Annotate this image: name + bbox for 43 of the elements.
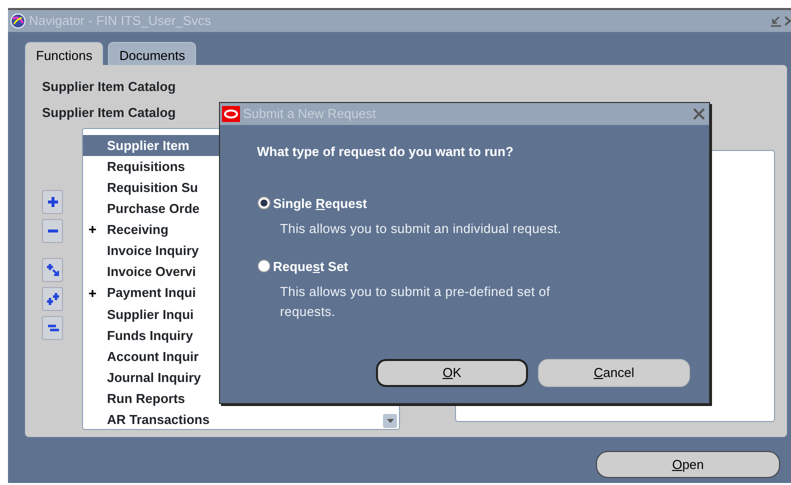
heading: Supplier Item Catalog	[42, 104, 176, 122]
dialog-button[interactable]: Cancel	[538, 359, 690, 387]
heading: Supplier Item Catalog	[42, 78, 176, 96]
expand-icon	[89, 226, 96, 234]
tree-item[interactable]: Account Inquir	[107, 346, 199, 366]
caret-icon	[386, 419, 394, 423]
close-icon	[693, 108, 705, 120]
close-icon	[785, 15, 791, 27]
tree-item[interactable]: Payment Inqui	[107, 283, 196, 303]
option-description: This allows you to submit an individual request.	[280, 220, 562, 238]
tree-item[interactable]: Invoice Overvi	[107, 262, 196, 282]
tree-item[interactable]: Invoice Inquiry	[107, 241, 199, 261]
scroll-down-button[interactable]	[383, 414, 397, 428]
tree-tool-button[interactable]	[42, 190, 63, 214]
tree-item[interactable]: Purchase Orde	[107, 199, 200, 219]
tree-item[interactable]: AR Transactions	[107, 410, 210, 429]
expand-branch-icon	[46, 263, 60, 277]
tree-item[interactable]: Run Reports	[107, 388, 185, 408]
dialog-button[interactable]: OK	[376, 359, 528, 387]
tree-item[interactable]: Supplier Item	[107, 136, 190, 156]
tree-item[interactable]: Receiving	[107, 220, 168, 240]
open-button[interactable]: Open	[596, 451, 780, 478]
option-description: This allows you to submit a pre-defined set of requests.	[280, 283, 552, 321]
tree-tool-button[interactable]	[42, 287, 63, 311]
radio-option[interactable]: Single Request	[257, 194, 367, 213]
tree-item[interactable]: Journal Inquiry	[107, 368, 201, 388]
tree-tool-button[interactable]	[42, 316, 63, 340]
tree-item[interactable]: Requisitions	[107, 156, 186, 176]
tab[interactable]: Documents	[108, 42, 196, 65]
tab[interactable]: Functions	[25, 42, 104, 65]
tree-item[interactable]: Requisition Su	[107, 178, 198, 198]
minimize-icon	[770, 15, 782, 27]
globe-icon	[10, 13, 26, 29]
question-text: What type of request do you want to run?	[257, 143, 514, 161]
expand-all-icon	[46, 292, 60, 306]
tree-tool-button[interactable]	[42, 258, 63, 282]
tree-item[interactable]: Supplier Inqui	[107, 304, 194, 324]
oval-logo-icon	[222, 106, 240, 122]
expand-icon	[89, 290, 96, 297]
radio-option[interactable]: Request Set	[257, 256, 348, 276]
tree-item[interactable]: Funds Inquiry	[107, 326, 193, 346]
expand-icon	[46, 195, 60, 209]
tree-tool-button[interactable]	[42, 219, 63, 243]
